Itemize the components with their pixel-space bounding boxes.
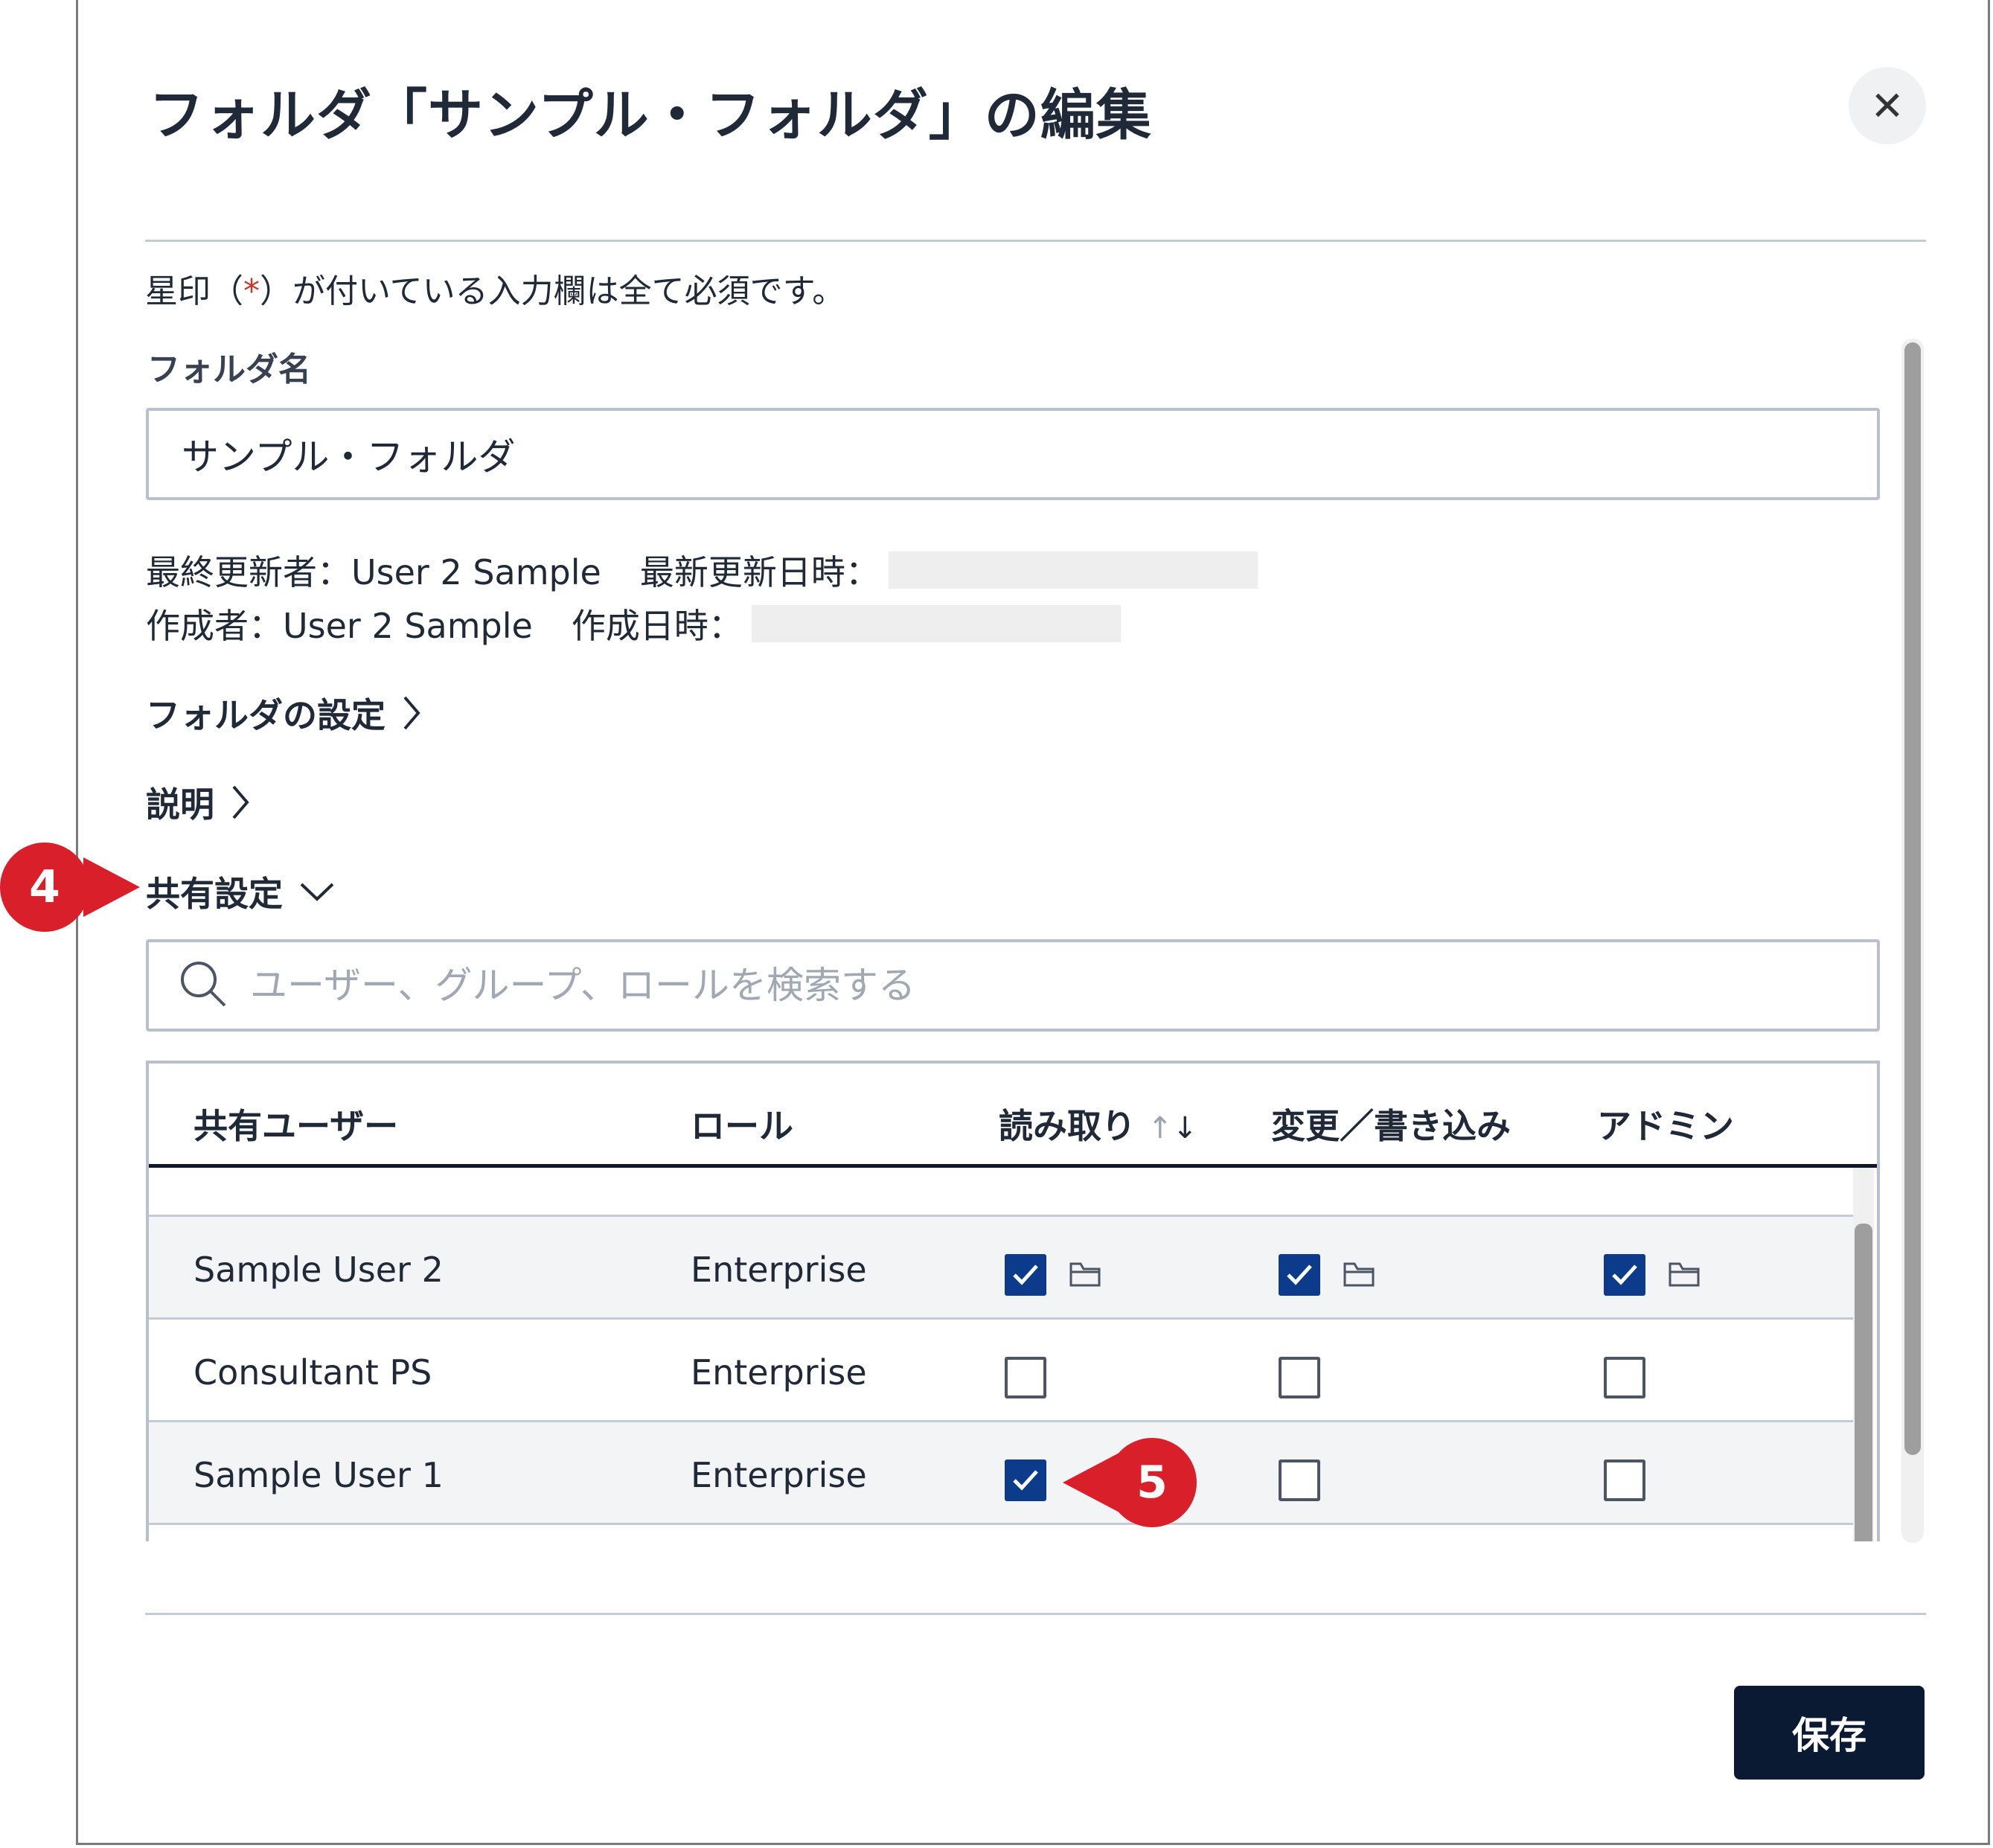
chevron-right-icon: [402, 695, 421, 731]
sharing-label: 共有設定: [146, 874, 283, 914]
read-checkbox[interactable]: [1005, 1459, 1046, 1501]
description-section[interactable]: 説明: [146, 778, 250, 827]
check-icon: [1013, 1470, 1038, 1491]
table-row: Consultant PS Enterprise: [149, 1320, 1853, 1422]
share-table: 共有ユーザー ロール 読み取り ↑↓ 変更／書き込み アドミン Sample Us…: [146, 1061, 1880, 1541]
save-button[interactable]: 保存: [1734, 1686, 1925, 1780]
callout-arrow-4: [83, 857, 140, 917]
updated-meta: 最終更新者：User 2 Sample 最新更新日時：: [146, 546, 1258, 595]
required-note-pre: 星印（: [145, 272, 243, 310]
chevron-right-icon: [231, 784, 250, 820]
sharing-section[interactable]: 共有設定: [146, 867, 335, 916]
share-search-box[interactable]: [146, 939, 1880, 1032]
check-icon: [1013, 1264, 1038, 1285]
column-header-user[interactable]: 共有ユーザー: [193, 1099, 398, 1148]
user-cell: Sample User 2: [193, 1250, 444, 1290]
admin-checkbox[interactable]: [1604, 1254, 1645, 1296]
table-row: Sample User 2 Enterprise: [149, 1217, 1853, 1320]
updated-at-label: 最新更新日時：: [639, 552, 880, 592]
description-label: 説明: [146, 784, 214, 825]
folder-name-value: サンプル・フォルダ: [182, 435, 516, 479]
read-header-label: 読み取り: [999, 1106, 1136, 1146]
read-checkbox[interactable]: [1005, 1357, 1046, 1398]
dialog-title: フォルダ「サンプル・フォルダ」の編集: [149, 83, 1152, 147]
write-checkbox[interactable]: [1279, 1357, 1320, 1398]
search-icon: [179, 959, 228, 1011]
folder-icon[interactable]: [1668, 1260, 1701, 1288]
column-header-admin[interactable]: アドミン: [1597, 1099, 1734, 1148]
role-cell: Enterprise: [691, 1352, 867, 1393]
created-meta: 作成者：User 2 Sample 作成日時：: [146, 599, 1121, 648]
header-divider: [145, 240, 1926, 242]
user-cell: Consultant PS: [193, 1352, 432, 1393]
required-note: 星印（*）が付いている入力欄は全て必須です。: [145, 264, 845, 312]
read-checkbox[interactable]: [1005, 1254, 1046, 1296]
callout-badge-5: 5: [1107, 1438, 1197, 1527]
created-by: 作成者：User 2 Sample: [146, 606, 533, 646]
updated-by: 最終更新者：User 2 Sample: [146, 552, 601, 592]
chevron-down-icon: [299, 881, 335, 902]
dialog-scrollbar-thumb[interactable]: [1904, 342, 1921, 1455]
search-input[interactable]: [249, 963, 1814, 1008]
redacted-created-at: [751, 605, 1121, 642]
partial-row: [149, 1168, 1853, 1217]
sort-down-glyph: ↓: [1172, 1111, 1198, 1145]
check-icon: [1612, 1264, 1637, 1285]
admin-checkbox[interactable]: [1604, 1459, 1645, 1501]
table-row: Sample User 1 Enterprise: [149, 1422, 1853, 1525]
column-header-read[interactable]: 読み取り ↑↓: [999, 1099, 1197, 1148]
admin-checkbox[interactable]: [1604, 1357, 1645, 1398]
folder-settings-section[interactable]: フォルダの設定: [146, 688, 421, 738]
folder-icon[interactable]: [1343, 1260, 1375, 1288]
sort-icon[interactable]: ↑↓: [1148, 1111, 1197, 1145]
user-cell: Sample User 1: [193, 1455, 444, 1495]
footer-divider: [145, 1613, 1926, 1615]
required-note-post: ）が付いている入力欄は全て必須です。: [260, 272, 845, 310]
table-header: 共有ユーザー ロール 読み取り ↑↓ 変更／書き込み アドミン: [149, 1064, 1877, 1168]
column-header-write[interactable]: 変更／書き込み: [1271, 1099, 1511, 1148]
created-at-label: 作成日時：: [571, 606, 743, 646]
table-scrollbar-thumb[interactable]: [1855, 1224, 1872, 1541]
folder-settings-label: フォルダの設定: [146, 695, 386, 735]
write-checkbox[interactable]: [1279, 1459, 1320, 1501]
write-checkbox[interactable]: [1279, 1254, 1320, 1296]
column-header-role[interactable]: ロール: [691, 1099, 793, 1148]
redacted-updated-at: [888, 551, 1258, 589]
callout-badge-4: 4: [0, 843, 89, 932]
required-star: *: [243, 272, 260, 310]
close-button[interactable]: ✕: [1849, 67, 1926, 144]
folder-name-field[interactable]: サンプル・フォルダ: [146, 408, 1880, 500]
close-icon: ✕: [1870, 82, 1904, 130]
role-cell: Enterprise: [691, 1250, 867, 1290]
role-cell: Enterprise: [691, 1455, 867, 1495]
folder-icon[interactable]: [1069, 1260, 1101, 1288]
sort-up-glyph: ↑: [1148, 1111, 1173, 1145]
check-icon: [1287, 1264, 1312, 1285]
folder-name-label: フォルダ名: [147, 351, 311, 389]
